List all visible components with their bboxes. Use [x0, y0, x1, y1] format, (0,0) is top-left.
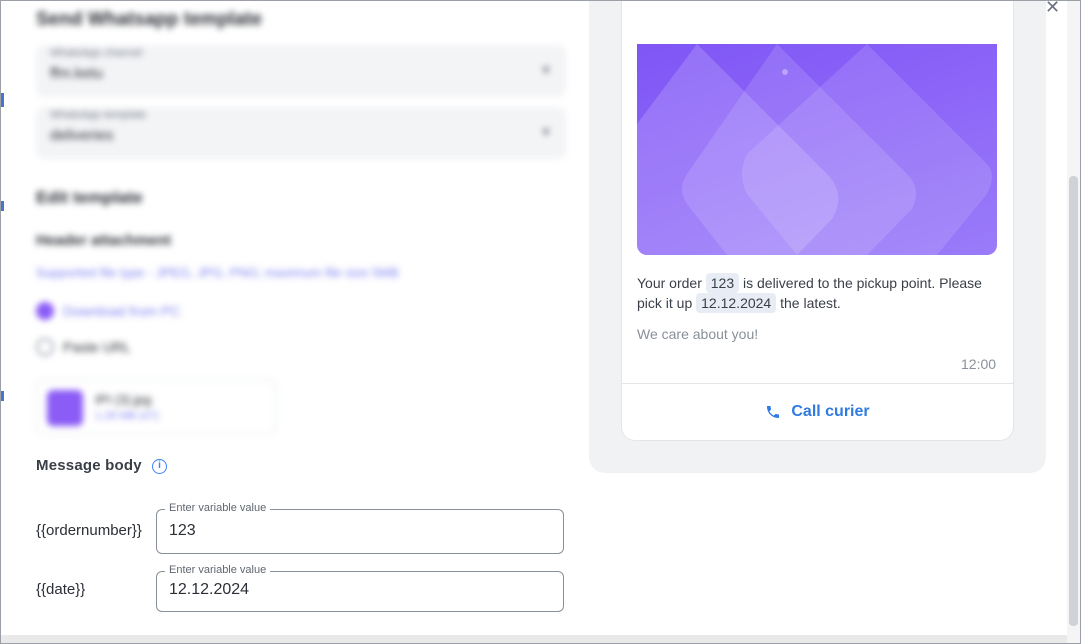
- attached-file-card[interactable]: IPI (3).jpg 1.28 MB (47): [36, 379, 276, 435]
- call-curier-button[interactable]: Call curier: [622, 384, 1013, 439]
- supported-files-hint: Supported file type - JPEG, JPG, PNG; ma…: [36, 265, 399, 280]
- upload-from-pc-radio[interactable]: [36, 302, 54, 320]
- file-name: IPI (3).jpg: [95, 392, 152, 407]
- variable-label-ordernumber: {{ordernumber}}: [36, 522, 142, 539]
- vertical-scrollbar-thumb[interactable]: [1069, 176, 1078, 626]
- upload-from-pc-label[interactable]: Download from PC: [63, 303, 181, 319]
- channel-select-label: WhatsApp channel: [50, 47, 143, 59]
- template-select[interactable]: WhatsApp template deliveries ▼: [36, 107, 566, 159]
- date-field[interactable]: Enter variable value: [156, 564, 564, 612]
- header-image: [637, 44, 997, 255]
- template-select-label: WhatsApp template: [50, 109, 146, 121]
- image-file-icon: [47, 390, 83, 426]
- close-icon[interactable]: ✕: [1045, 1, 1060, 18]
- channel-select-value: ffm.ketu: [50, 65, 104, 82]
- blurred-editor-section: Send Whatsapp template WhatsApp channel …: [1, 1, 581, 441]
- paste-url-radio[interactable]: [36, 338, 54, 356]
- channel-select[interactable]: WhatsApp channel ffm.ketu ▼: [36, 45, 566, 97]
- chevron-down-icon: ▼: [540, 63, 552, 77]
- phone-icon: [767, 405, 780, 418]
- horizontal-scrollbar[interactable]: [1, 635, 1067, 643]
- header-image-art: [637, 44, 992, 255]
- info-icon[interactable]: i: [152, 459, 167, 474]
- message-text-part: the latest.: [780, 295, 841, 311]
- modal-title: Send Whatsapp template: [36, 9, 262, 30]
- date-field-legend: Enter variable value: [165, 564, 271, 576]
- ordernumber-field[interactable]: Enter variable value: [156, 502, 564, 554]
- message-preview-text: Your order 123 is delivered to the picku…: [637, 273, 1007, 313]
- file-size: 1.28 MB (47): [95, 410, 159, 422]
- ordernumber-field-legend: Enter variable value: [165, 502, 271, 514]
- paste-url-label[interactable]: Paste URL: [63, 339, 131, 355]
- ordernumber-input[interactable]: [169, 522, 549, 540]
- header-attachment-title: Header attachment: [36, 232, 172, 249]
- template-select-value: deliveries: [50, 127, 114, 144]
- order-number-chip: 123: [705, 273, 740, 293]
- chevron-down-icon: ▼: [540, 125, 552, 139]
- modal-window: Send Whatsapp template WhatsApp channel …: [0, 0, 1081, 644]
- date-input[interactable]: [169, 581, 549, 599]
- date-chip: 12.12.2024: [696, 293, 777, 313]
- edit-template-title: Edit template: [36, 188, 143, 207]
- call-curier-label: Call curier: [791, 402, 870, 420]
- message-body-title: Message body: [36, 457, 142, 474]
- template-editor: Send Whatsapp template WhatsApp channel …: [1, 1, 581, 643]
- variable-label-date: {{date}}: [36, 581, 86, 598]
- message-time: 12:00: [961, 356, 997, 372]
- message-text-part: Your order: [637, 275, 702, 291]
- message-footer: We care about you!: [637, 326, 759, 342]
